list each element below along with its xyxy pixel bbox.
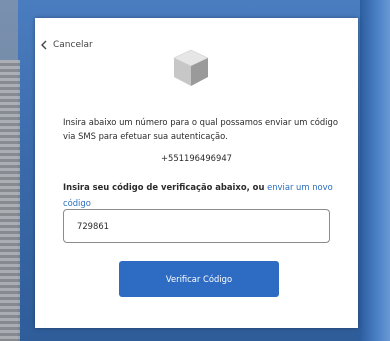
background-left-pattern (0, 60, 20, 341)
instructions-text: Insira abaixo um número para o qual poss… (63, 117, 338, 141)
phone-number: +551196496947 (161, 153, 232, 163)
cancel-label: Cancelar (53, 40, 93, 50)
cube-icon (173, 49, 209, 86)
verify-code-button[interactable]: Verificar Código (119, 261, 279, 297)
code-prompt: Insira seu código de verificação abaixo,… (63, 179, 343, 211)
verification-code-input[interactable] (63, 209, 330, 243)
verification-card: Cancelar Insira abaixo um número para o … (35, 18, 358, 328)
code-prompt-label: Insira seu código de verificação abaixo,… (63, 182, 265, 192)
background-right-edge (360, 0, 390, 341)
cancel-link[interactable]: Cancelar (39, 40, 93, 50)
chevron-left-icon (41, 40, 47, 50)
